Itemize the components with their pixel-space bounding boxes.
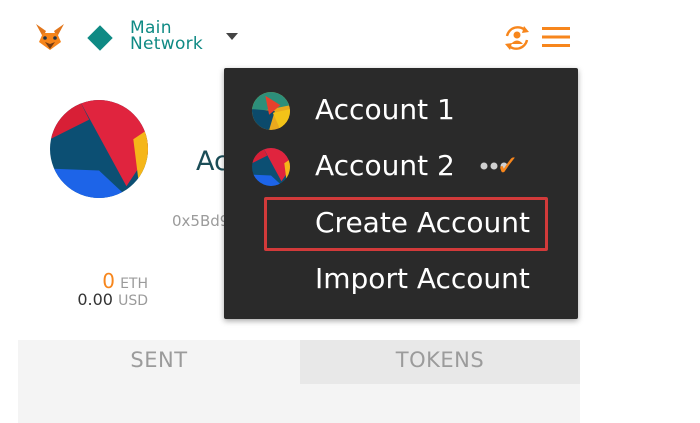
menu-item-account-1[interactable]: Account 1 [224,82,578,138]
network-selector[interactable]: Main Network [130,20,204,54]
app-header: Main Network [18,0,580,70]
tab-content [18,384,580,423]
hamburger-icon[interactable] [542,25,570,49]
usd-balance: 0.00 USD [48,290,148,309]
chevron-down-icon[interactable] [226,33,238,40]
menu-item-import-account[interactable]: Import Account [224,251,578,307]
account-menu: Account 1 Account 2 ✓ Create Account Imp… [224,68,578,319]
menu-item-label: Create Account [315,206,530,239]
menu-item-create-account[interactable]: Create Account [224,195,578,251]
fox-icon[interactable] [34,22,66,52]
tab-tokens[interactable]: TOKENS [300,340,580,384]
diamond-icon [87,25,113,51]
usd-unit: USD [118,293,148,309]
account-1-avatar [252,92,290,130]
checkmark-icon: ✓ [496,149,520,182]
tab-bar: SENT TOKENS [18,340,580,384]
sync-icon[interactable] [501,22,533,54]
tab-sent[interactable]: SENT [18,340,300,384]
usd-amount: 0.00 [77,290,113,309]
network-label-line2: Network [130,34,204,54]
menu-item-label: Account 2 [315,149,455,182]
account-address[interactable]: 0x5Bd9 [172,212,229,230]
menu-item-label: Account 1 [315,93,455,126]
account-2-avatar [252,148,290,186]
account-avatar[interactable] [50,100,148,198]
menu-item-account-2[interactable]: Account 2 ✓ [224,138,578,194]
menu-item-label: Import Account [315,262,530,295]
